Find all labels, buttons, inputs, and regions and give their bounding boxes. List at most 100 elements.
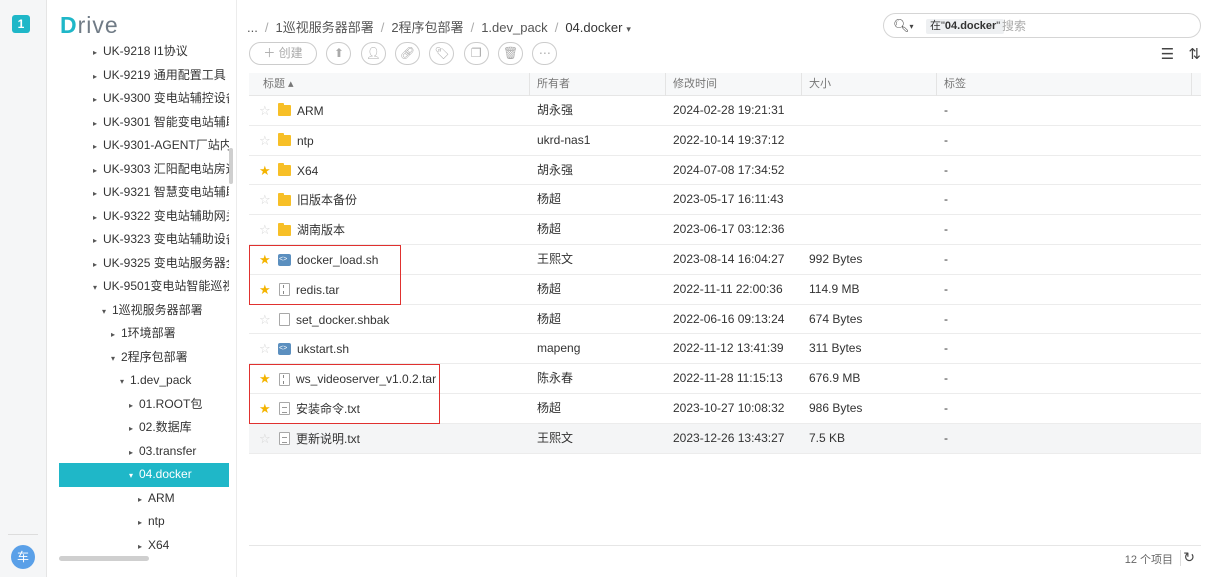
tree-node[interactable]: ▸ UK-9303 汇阳配电站房运 (47, 158, 229, 182)
tree-node[interactable]: ▸ X64 (47, 534, 229, 558)
caret-right-icon[interactable]: ▸ (129, 441, 139, 464)
table-row[interactable]: ★ 安装命令.txt 杨超 2023-10-27 10:08:32 986 Bytes - (249, 394, 1201, 424)
tags-cell[interactable]: - (936, 156, 1191, 186)
chevron-down-icon[interactable]: ▾ (626, 24, 631, 34)
file-name[interactable]: redis.tar (296, 283, 339, 297)
file-name[interactable]: ws_videoserver_v1.0.2.tar (296, 372, 436, 386)
user-avatar[interactable]: 车 (11, 545, 35, 569)
caret-right-icon[interactable]: ▸ (129, 394, 139, 417)
table-row[interactable]: ★ X64 胡永强 2024-07-08 17:34:52 - (249, 156, 1201, 186)
search-box[interactable]: 🔍︎▾ 在"04.docker" (883, 13, 1201, 38)
caret-right-icon[interactable]: ▸ (93, 112, 103, 135)
star-outline-icon[interactable]: ☆ (259, 424, 274, 454)
column-modified-header[interactable]: 修改时间 (665, 73, 801, 96)
caret-right-icon[interactable]: ▸ (93, 135, 103, 158)
file-name[interactable]: 旧版本备份 (297, 193, 357, 207)
breadcrumb-item[interactable]: 1巡视服务器部署 (275, 20, 373, 35)
breadcrumb-item[interactable]: 1.dev_pack (481, 20, 548, 35)
file-name[interactable]: 更新说明.txt (296, 432, 360, 446)
file-name[interactable]: set_docker.shbak (296, 313, 389, 327)
star-outline-icon[interactable]: ☆ (259, 215, 274, 245)
file-name[interactable]: ntp (297, 134, 314, 148)
sort-icon[interactable]: ⇅ (1188, 46, 1201, 63)
file-name[interactable]: docker_load.sh (297, 253, 378, 267)
file-name-cell[interactable]: ☆ ARM (256, 96, 521, 127)
table-row[interactable]: ☆ 旧版本备份 杨超 2023-05-17 16:11:43 - (249, 185, 1201, 216)
list-view-icon[interactable]: ☰ (1161, 46, 1174, 63)
copy-button[interactable]: ❐ (463, 42, 489, 65)
tags-cell[interactable]: - (936, 334, 1191, 364)
tree-node[interactable]: ▾ 1.dev_pack (47, 369, 229, 393)
tags-cell[interactable]: - (936, 424, 1191, 454)
tree-node[interactable]: ▸ 1环境部署 (47, 322, 229, 346)
share-user-button[interactable]: 👤︎ (360, 42, 386, 65)
workspace-badge[interactable]: 1 (12, 15, 30, 33)
caret-right-icon[interactable]: ▸ (93, 229, 103, 252)
column-options-icon[interactable]: ⋮ (1191, 73, 1201, 96)
star-outline-icon[interactable]: ☆ (259, 185, 274, 215)
file-name-cell[interactable]: ☆ 更新说明.txt (256, 424, 521, 455)
tree-node[interactable]: ▸ UK-9218 I1协议 (47, 40, 229, 64)
column-name-header[interactable]: 标题 ▴ (256, 73, 521, 96)
caret-down-icon[interactable]: ▾ (93, 276, 103, 299)
file-name-cell[interactable]: ☆ set_docker.shbak (256, 305, 521, 336)
tree-node[interactable]: ▾ 2程序包部署 (47, 346, 229, 370)
tree-node[interactable]: ▸ UK-9300 变电站辅控设备 (47, 87, 229, 111)
tree-node[interactable]: ▸ ntp (47, 510, 229, 534)
file-name[interactable]: 湖南版本 (297, 223, 345, 237)
file-name-cell[interactable]: ★ docker_load.sh (256, 245, 521, 276)
star-outline-icon[interactable]: ☆ (259, 305, 274, 335)
file-name-cell[interactable]: ★ ws_videoserver_v1.0.2.tar (256, 364, 521, 395)
tags-cell[interactable]: - (936, 394, 1191, 424)
star-outline-icon[interactable]: ☆ (259, 96, 274, 126)
caret-down-icon[interactable]: ▾ (129, 464, 139, 487)
refresh-icon[interactable]: ↻ (1183, 549, 1195, 566)
tree-node[interactable]: ▾ 04.docker (59, 463, 229, 487)
file-name-cell[interactable]: ★ redis.tar (256, 275, 521, 306)
caret-right-icon[interactable]: ▸ (111, 323, 121, 346)
column-owner-header[interactable]: 所有者 (529, 73, 665, 96)
caret-right-icon[interactable]: ▸ (138, 535, 148, 558)
tree-node[interactable]: ▸ UK-9323 变电站辅助设备 (47, 228, 229, 252)
table-row[interactable]: ★ ws_videoserver_v1.0.2.tar 陈永春 2022-11-28 … (249, 364, 1201, 394)
caret-right-icon[interactable]: ▸ (93, 206, 103, 229)
file-name[interactable]: 安装命令.txt (296, 402, 360, 416)
table-row[interactable]: ☆ set_docker.shbak 杨超 2022-06-16 09:13:24 67… (249, 305, 1201, 335)
tree-node[interactable]: ▸ 02.数据库 (47, 416, 229, 440)
table-row[interactable]: ★ docker_load.sh 王熙文 2023-08-14 16:04:27 992… (249, 245, 1201, 275)
star-filled-icon[interactable]: ★ (259, 156, 274, 186)
star-outline-icon[interactable]: ☆ (259, 334, 274, 364)
tags-cell[interactable]: - (936, 126, 1191, 156)
tree-horizontal-scrollbar[interactable] (59, 556, 149, 561)
upload-button[interactable]: ⬆ (326, 42, 352, 65)
caret-right-icon[interactable]: ▸ (129, 417, 139, 440)
breadcrumb-current[interactable]: 04.docker (565, 20, 622, 35)
caret-down-icon[interactable]: ▾ (120, 370, 130, 393)
file-name[interactable]: X64 (297, 164, 318, 178)
tags-cell[interactable]: - (936, 275, 1191, 305)
tree-node[interactable]: ▸ ARM (47, 487, 229, 511)
caret-right-icon[interactable]: ▸ (93, 88, 103, 111)
drive-logo[interactable]: Drive (60, 12, 119, 39)
table-row[interactable]: ☆ ARM 胡永强 2024-02-28 19:21:31 - (249, 96, 1201, 126)
star-filled-icon[interactable]: ★ (259, 394, 274, 424)
caret-down-icon[interactable]: ▾ (111, 347, 121, 370)
file-name-cell[interactable]: ☆ ntp (256, 126, 521, 157)
link-button[interactable]: 🔗︎ (395, 42, 421, 65)
file-name-cell[interactable]: ☆ 旧版本备份 (256, 185, 521, 216)
tags-cell[interactable]: - (936, 305, 1191, 335)
table-row[interactable]: ☆ 湖南版本 杨超 2023-06-17 03:12:36 - (249, 215, 1201, 245)
caret-right-icon[interactable]: ▸ (93, 159, 103, 182)
tree-node[interactable]: ▸ UK-9322 变电站辅助网关 (47, 205, 229, 229)
table-row[interactable]: ★ redis.tar 杨超 2022-11-11 22:00:36 114.9 MB - (249, 275, 1201, 305)
tags-cell[interactable]: - (936, 364, 1191, 394)
tree-vertical-scrollbar[interactable] (229, 148, 233, 184)
caret-right-icon[interactable]: ▸ (93, 41, 103, 64)
search-input[interactable] (1002, 18, 1182, 34)
tree-node[interactable]: ▾ UK-9501变电站智能巡视 (47, 275, 229, 299)
tree-node[interactable]: ▸ 03.transfer (47, 440, 229, 464)
column-tags-header[interactable]: 标签 (936, 73, 1191, 96)
tree-node[interactable]: ▸ 01.ROOT包 (47, 393, 229, 417)
caret-right-icon[interactable]: ▸ (138, 511, 148, 534)
search-scope-chip[interactable]: 在"04.docker" (926, 19, 1005, 34)
